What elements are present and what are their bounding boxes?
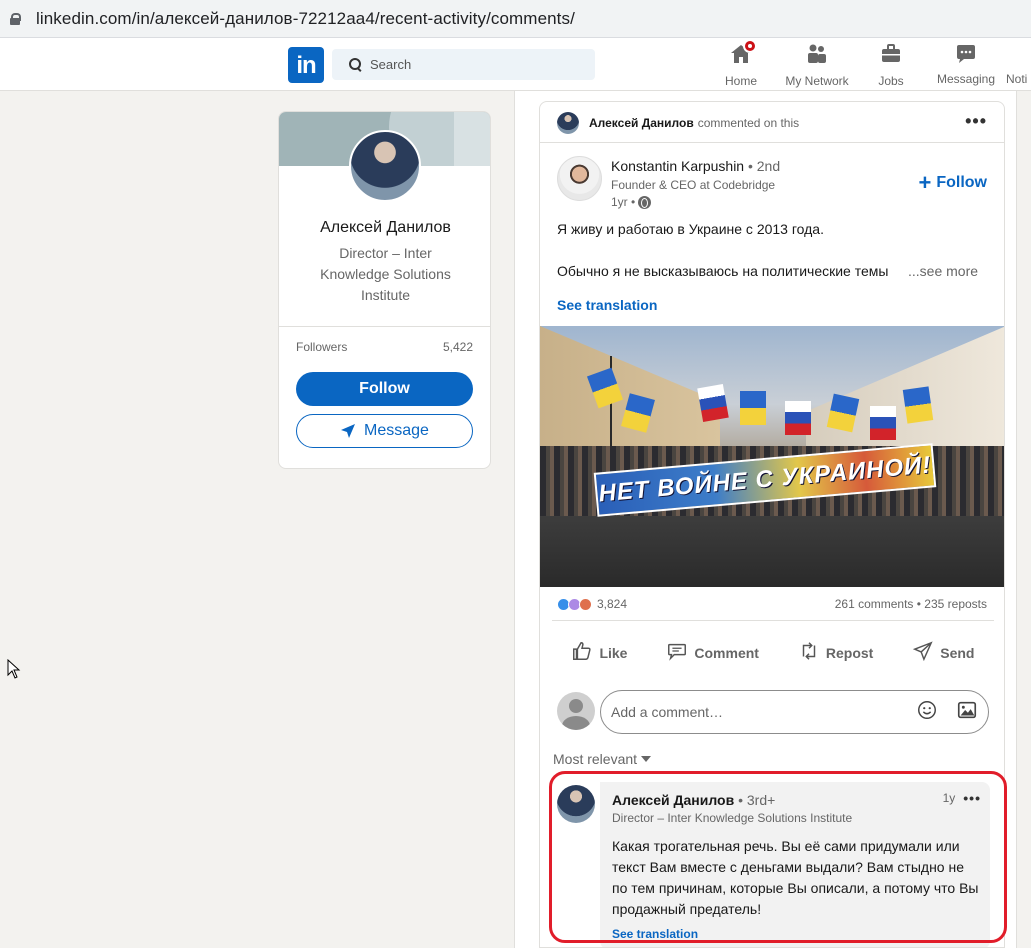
like-label: Like [599, 645, 628, 661]
post-card: Алексей Данилов commented on this ••• Ko… [539, 101, 1005, 948]
actor-avatar[interactable] [557, 112, 579, 134]
bell-icon [1006, 42, 1030, 66]
globe-icon [638, 195, 652, 209]
connection-degree: • 2nd [744, 158, 781, 174]
comment-bubble: Алексей Данилов • 3rd+ Director – Inter … [600, 782, 990, 947]
current-user-avatar [557, 692, 595, 730]
sort-dropdown[interactable]: Most relevant [553, 751, 652, 767]
send-button[interactable]: Send [912, 637, 974, 669]
top-nav: in Home My Network Jobs Messaging Noti [0, 38, 1031, 91]
search-input[interactable] [370, 57, 570, 72]
followers-label: Followers [296, 340, 348, 354]
activity-action: commented on this [697, 116, 800, 130]
see-translation-link[interactable]: See translation [557, 297, 657, 313]
comment-author-degree: • 3rd+ [734, 792, 776, 808]
profile-avatar[interactable] [349, 130, 421, 202]
post-time: 1yr • [611, 195, 652, 209]
comment-label: Comment [694, 645, 759, 661]
nav-my-network-label: My Network [785, 74, 849, 88]
nav-messaging[interactable]: Messaging [935, 42, 997, 90]
network-icon [805, 42, 829, 66]
see-more-link[interactable]: ...see more [908, 263, 978, 279]
message-button[interactable]: Message [296, 414, 473, 448]
post-text-line-1: Я живу и работаю в Украине с 2013 года. [557, 221, 824, 237]
repost-label: Repost [825, 645, 874, 661]
messaging-icon [954, 42, 978, 66]
search-icon [349, 58, 362, 71]
briefcase-icon [879, 42, 903, 66]
comment-author-name: Алексей Данилов [612, 792, 735, 808]
post-time-text: 1yr • [611, 195, 636, 209]
message-button-label: Message [364, 422, 429, 439]
post-follow-button[interactable]: + Follow [918, 170, 987, 195]
followers-count: 5,422 [442, 340, 473, 354]
post-image[interactable]: НЕТ ВОЙНЕ С УКРАИНОЙ! [540, 326, 1004, 587]
divider [279, 326, 490, 327]
sort-label: Most relevant [553, 751, 638, 767]
comment-icon [666, 640, 688, 666]
linkedin-logo[interactable]: in [288, 47, 324, 83]
send-label: Send [940, 645, 975, 661]
profile-name[interactable]: Алексей Данилов [279, 219, 490, 237]
search-box[interactable] [332, 49, 595, 80]
plus-icon: + [918, 170, 932, 195]
mouse-cursor-icon [7, 659, 21, 679]
comment-time: 1y [942, 791, 956, 805]
profile-card: Алексей Данилов Director – Inter Knowled… [278, 111, 491, 469]
repost-icon [798, 640, 820, 666]
nav-home-label: Home [724, 74, 757, 88]
divider [540, 142, 1004, 143]
notification-badge [743, 39, 757, 53]
reactions-count: 3,824 [597, 597, 628, 611]
lock-icon [10, 12, 21, 25]
repost-button[interactable]: Repost [798, 637, 873, 669]
send-icon [912, 640, 934, 666]
comments-reposts-count[interactable]: 261 comments • 235 reposts [835, 597, 987, 611]
image-icon[interactable] [956, 699, 978, 725]
comment-text: Какая трогательная речь. Вы её сами прид… [612, 838, 979, 917]
nav-jobs[interactable]: Jobs [876, 42, 906, 90]
thumbs-up-icon [571, 640, 593, 666]
nav-my-network[interactable]: My Network [782, 42, 852, 90]
reactions-summary[interactable]: 3,824 [557, 597, 627, 611]
nav-notifications[interactable]: Noti [1006, 42, 1031, 90]
comment-box[interactable] [600, 690, 989, 734]
post-author-name[interactable]: Konstantin Karpushin • 2nd [611, 158, 780, 174]
more-options-icon[interactable]: ••• [965, 112, 987, 130]
browser-address-bar[interactable]: linkedin.com/in/алексей-данилов-72212aa4… [0, 0, 1031, 38]
caret-down-icon [641, 756, 652, 762]
activity-context: Алексей Данилов commented on this [557, 111, 799, 135]
profile-headline: Director – Inter Knowledge Solutions Ins… [320, 245, 451, 303]
activity-actor[interactable]: Алексей Данилов [589, 116, 694, 130]
emoji-icon[interactable] [916, 699, 938, 725]
url-text[interactable]: linkedin.com/in/алексей-данилов-72212aa4… [36, 9, 575, 29]
nav-notifications-label: Noti [1006, 72, 1028, 86]
divider [552, 620, 994, 621]
post-author-headline: Founder & CEO at Codebridge [611, 178, 776, 192]
comment-input[interactable] [611, 704, 898, 720]
post-text-line-2: Обычно я не высказываюсь на политические… [557, 263, 889, 279]
home-icon [729, 39, 757, 66]
comment-button[interactable]: Comment [666, 637, 759, 669]
comment-more-options-icon[interactable]: ••• [963, 790, 981, 806]
like-button[interactable]: Like [571, 637, 627, 669]
comment-author-headline: Director – Inter Knowledge Solutions Ins… [612, 811, 853, 825]
comment-author-avatar[interactable] [557, 785, 595, 823]
comment-meta: 1y ••• [943, 790, 981, 806]
comment-author[interactable]: Алексей Данилов • 3rd+ [612, 792, 775, 808]
post-follow-label: Follow [936, 174, 987, 191]
send-icon [341, 424, 356, 438]
follow-button[interactable]: Follow [296, 372, 473, 406]
post-actions: Like Comment Repost Send [540, 637, 1004, 669]
post-author-name-text: Konstantin Karpushin [611, 158, 745, 174]
nav-home[interactable]: Home [723, 39, 759, 90]
love-reaction-icon [579, 597, 592, 611]
comment-see-translation-link[interactable]: See translation [612, 927, 698, 941]
nav-jobs-label: Jobs [878, 74, 904, 88]
nav-messaging-label: Messaging [936, 72, 996, 86]
post-author-avatar[interactable] [557, 156, 602, 201]
